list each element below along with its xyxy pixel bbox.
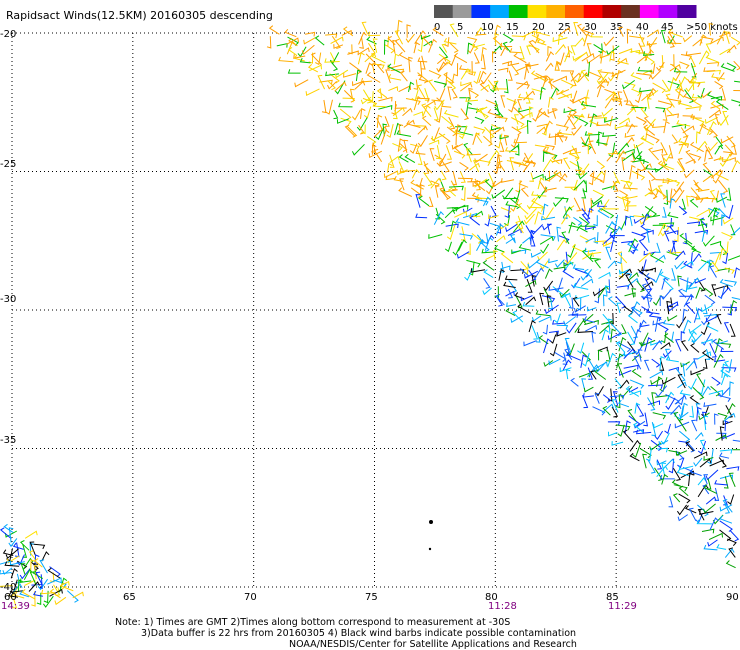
time-label: 14:39 (1, 601, 30, 612)
colorbar-swatch (565, 5, 585, 18)
colorbar-swatch (508, 5, 529, 18)
wind-map: Rapidsact Winds(12.5KM) 20160305 descend… (0, 5, 740, 650)
speed-colorbar (434, 5, 697, 18)
note-line: 3)Data buffer is 22 hrs from 20160305 4)… (141, 628, 576, 639)
colorbar-swatch (621, 5, 641, 18)
colorbar-swatch (490, 5, 510, 18)
lon-tick-label: 75 (365, 592, 378, 603)
note-line: Note: 1) Times are GMT 2)Times along bot… (115, 617, 510, 628)
lat-tick-label: -25 (0, 159, 16, 170)
time-label: 11:29 (608, 601, 637, 612)
colorbar-swatch (471, 5, 491, 18)
wind-barb (396, 19, 403, 35)
wind-barb (66, 590, 79, 603)
colorbar-swatch (639, 5, 660, 18)
lon-tick-label: 90 (726, 592, 739, 603)
wind-barb (361, 21, 369, 35)
lon-tick-label: 70 (244, 592, 257, 603)
island-marker (429, 520, 433, 524)
colorbar-swatch (546, 5, 566, 18)
wind-barb (43, 590, 49, 604)
colorbar-swatch (677, 5, 697, 18)
time-labels: 14:39 11:28 11:29 (1, 601, 637, 612)
map-title: Rapidsact Winds(12.5KM) 20160305 descend… (6, 9, 273, 22)
colorbar-swatch (434, 5, 454, 18)
colorbar-label: 45 (661, 22, 674, 33)
colorbar-swatch (527, 5, 547, 18)
lat-tick-label: -35 (0, 435, 16, 446)
wind-barb (72, 591, 84, 599)
colorbar-swatch (583, 5, 603, 18)
lat-tick-label: -30 (0, 294, 16, 305)
colorbar-label: 15 (506, 22, 519, 33)
footnotes: Note: 1) Times are GMT 2)Times along bot… (115, 617, 577, 650)
colorbar-swatch (602, 5, 622, 18)
lon-tick-label: 65 (123, 592, 136, 603)
wind-barb (54, 596, 67, 606)
island-marker (428, 547, 432, 551)
plot-area (0, 19, 740, 609)
wind-barb (0, 569, 12, 575)
colorbar-swatch (452, 5, 472, 18)
note-line: NOAA/NESDIS/Center for Satellite Applica… (289, 639, 577, 650)
colorbar-swatch (658, 5, 678, 18)
colorbar-label: 5 (457, 22, 463, 33)
lat-tick-label: -20 (0, 29, 16, 40)
time-label: 11:28 (488, 601, 517, 612)
colorbar-label: 0 (434, 22, 440, 33)
wind-barb (36, 592, 42, 605)
colorbar-label: 40 (636, 22, 649, 33)
